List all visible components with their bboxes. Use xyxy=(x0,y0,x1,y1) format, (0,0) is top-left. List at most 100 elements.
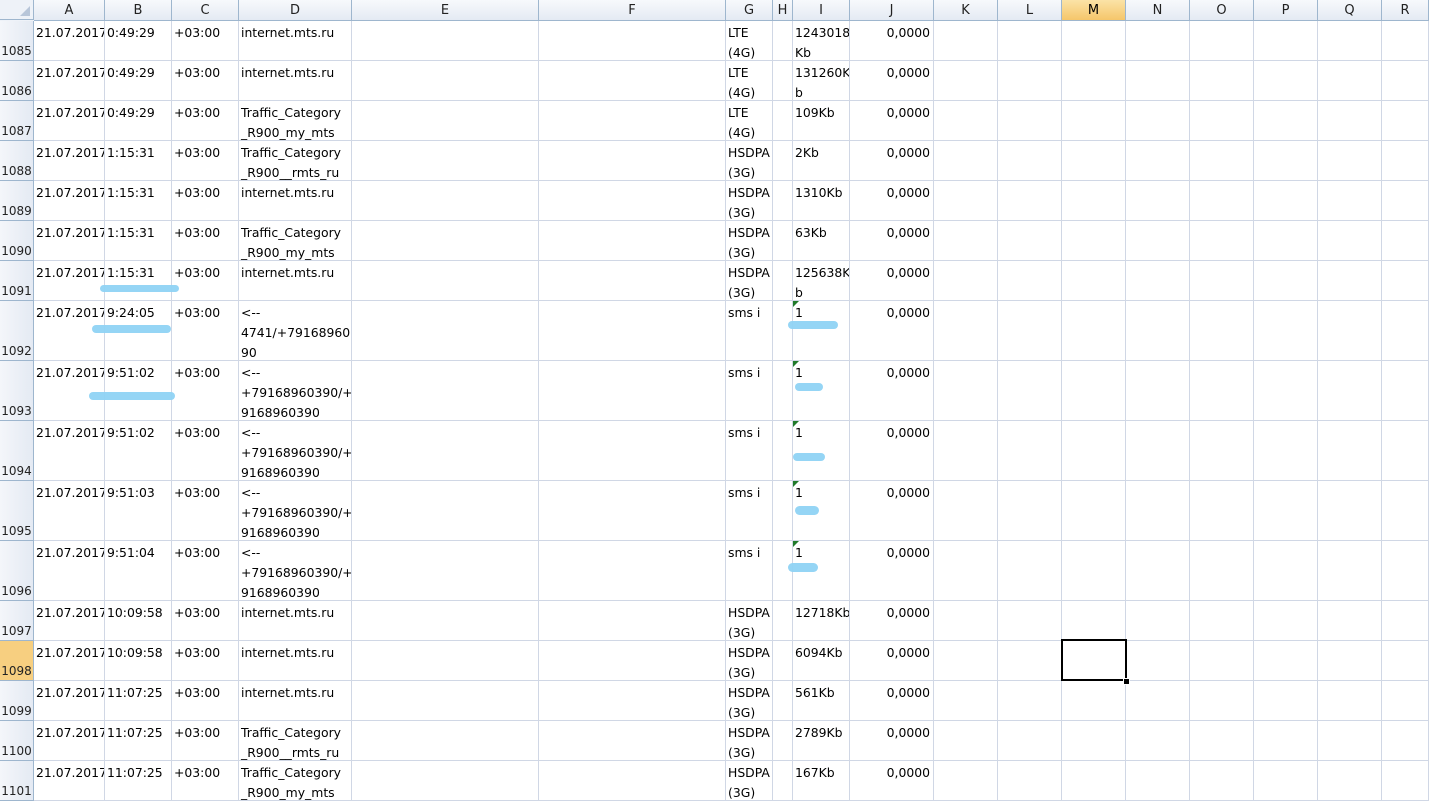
empty-cell-p[interactable] xyxy=(1254,541,1318,601)
empty-cell-k[interactable] xyxy=(934,721,998,761)
active-cell-cursor[interactable] xyxy=(1061,639,1127,681)
cell-j-1089[interactable]: 0,0000 xyxy=(850,181,934,221)
empty-cell-l[interactable] xyxy=(998,421,1062,481)
column-header-o[interactable]: O xyxy=(1190,0,1254,21)
cell-a-1088[interactable]: 21.07.2017 xyxy=(34,141,105,181)
empty-cell-h[interactable] xyxy=(773,761,793,801)
empty-cell-f[interactable] xyxy=(539,761,726,801)
empty-cell-r[interactable] xyxy=(1382,761,1429,801)
empty-cell-r[interactable] xyxy=(1382,101,1429,141)
empty-cell-r[interactable] xyxy=(1382,301,1429,361)
cell-g-1100[interactable]: HSDPA (3G) xyxy=(726,721,773,761)
empty-cell-q[interactable] xyxy=(1318,481,1382,541)
cell-c-1101[interactable]: +03:00 xyxy=(172,761,239,801)
cell-b-1087[interactable]: 0:49:29 xyxy=(105,101,172,141)
empty-cell-p[interactable] xyxy=(1254,21,1318,61)
cell-c-1094[interactable]: +03:00 xyxy=(172,421,239,481)
cell-i-1099[interactable]: 561Kb xyxy=(793,681,850,721)
cell-a-1093[interactable]: 21.07.2017 xyxy=(34,361,105,421)
empty-cell-o[interactable] xyxy=(1190,541,1254,601)
cell-b-1094[interactable]: 9:51:02 xyxy=(105,421,172,481)
empty-cell-l[interactable] xyxy=(998,601,1062,641)
empty-cell-p[interactable] xyxy=(1254,721,1318,761)
empty-cell-k[interactable] xyxy=(934,601,998,641)
empty-cell-k[interactable] xyxy=(934,761,998,801)
empty-cell-m[interactable] xyxy=(1062,481,1126,541)
empty-cell-m[interactable] xyxy=(1062,261,1126,301)
cell-i-1097[interactable]: 12718Kb xyxy=(793,601,850,641)
cell-j-1086[interactable]: 0,0000 xyxy=(850,61,934,101)
empty-cell-h[interactable] xyxy=(773,301,793,361)
cell-g-1094[interactable]: sms i xyxy=(726,421,773,481)
empty-cell-f[interactable] xyxy=(539,261,726,301)
empty-cell-e[interactable] xyxy=(352,361,539,421)
cell-a-1098[interactable]: 21.07.2017 xyxy=(34,641,105,681)
row-header-1086[interactable]: 1086 xyxy=(0,61,34,101)
empty-cell-p[interactable] xyxy=(1254,181,1318,221)
empty-cell-h[interactable] xyxy=(773,721,793,761)
empty-cell-k[interactable] xyxy=(934,641,998,681)
empty-cell-q[interactable] xyxy=(1318,101,1382,141)
cell-d-1096[interactable]: <-- +79168960390/+7 9168960390 xyxy=(239,541,352,601)
cell-d-1090[interactable]: Traffic_Category _R900_my_mts xyxy=(239,221,352,261)
empty-cell-e[interactable] xyxy=(352,601,539,641)
empty-cell-r[interactable] xyxy=(1382,221,1429,261)
cell-c-1085[interactable]: +03:00 xyxy=(172,21,239,61)
empty-cell-p[interactable] xyxy=(1254,301,1318,361)
column-header-d[interactable]: D xyxy=(239,0,352,21)
cell-i-1089[interactable]: 1310Kb xyxy=(793,181,850,221)
cell-c-1092[interactable]: +03:00 xyxy=(172,301,239,361)
cell-c-1093[interactable]: +03:00 xyxy=(172,361,239,421)
empty-cell-h[interactable] xyxy=(773,101,793,141)
cell-i-1092[interactable]: 1 xyxy=(793,301,850,361)
cell-g-1095[interactable]: sms i xyxy=(726,481,773,541)
cell-d-1087[interactable]: Traffic_Category _R900_my_mts xyxy=(239,101,352,141)
empty-cell-h[interactable] xyxy=(773,641,793,681)
empty-cell-n[interactable] xyxy=(1126,421,1190,481)
cell-c-1091[interactable]: +03:00 xyxy=(172,261,239,301)
fill-handle[interactable] xyxy=(1123,678,1130,685)
cell-g-1088[interactable]: HSDPA (3G) xyxy=(726,141,773,181)
empty-cell-h[interactable] xyxy=(773,601,793,641)
cell-i-1101[interactable]: 167Kb xyxy=(793,761,850,801)
cell-i-1093[interactable]: 1 xyxy=(793,361,850,421)
cell-b-1090[interactable]: 1:15:31 xyxy=(105,221,172,261)
empty-cell-f[interactable] xyxy=(539,421,726,481)
cell-g-1093[interactable]: sms i xyxy=(726,361,773,421)
empty-cell-m[interactable] xyxy=(1062,101,1126,141)
empty-cell-h[interactable] xyxy=(773,181,793,221)
cell-j-1090[interactable]: 0,0000 xyxy=(850,221,934,261)
cell-g-1096[interactable]: sms i xyxy=(726,541,773,601)
cell-b-1100[interactable]: 11:07:25 xyxy=(105,721,172,761)
empty-cell-m[interactable] xyxy=(1062,421,1126,481)
empty-cell-k[interactable] xyxy=(934,221,998,261)
empty-cell-r[interactable] xyxy=(1382,601,1429,641)
cell-g-1086[interactable]: LTE (4G) xyxy=(726,61,773,101)
cell-a-1096[interactable]: 21.07.2017 xyxy=(34,541,105,601)
cell-a-1086[interactable]: 21.07.2017 xyxy=(34,61,105,101)
empty-cell-m[interactable] xyxy=(1062,761,1126,801)
empty-cell-p[interactable] xyxy=(1254,641,1318,681)
empty-cell-k[interactable] xyxy=(934,21,998,61)
empty-cell-p[interactable] xyxy=(1254,481,1318,541)
cell-b-1101[interactable]: 11:07:25 xyxy=(105,761,172,801)
cell-g-1089[interactable]: HSDPA (3G) xyxy=(726,181,773,221)
empty-cell-q[interactable] xyxy=(1318,421,1382,481)
cell-j-1091[interactable]: 0,0000 xyxy=(850,261,934,301)
row-header-1089[interactable]: 1089 xyxy=(0,181,34,221)
empty-cell-o[interactable] xyxy=(1190,361,1254,421)
empty-cell-l[interactable] xyxy=(998,721,1062,761)
empty-cell-l[interactable] xyxy=(998,301,1062,361)
empty-cell-l[interactable] xyxy=(998,761,1062,801)
empty-cell-n[interactable] xyxy=(1126,141,1190,181)
cell-g-1087[interactable]: LTE (4G) xyxy=(726,101,773,141)
empty-cell-m[interactable] xyxy=(1062,721,1126,761)
cell-b-1096[interactable]: 9:51:04 xyxy=(105,541,172,601)
empty-cell-q[interactable] xyxy=(1318,721,1382,761)
cell-a-1095[interactable]: 21.07.2017 xyxy=(34,481,105,541)
cell-a-1091[interactable]: 21.07.2017 xyxy=(34,261,105,301)
empty-cell-p[interactable] xyxy=(1254,261,1318,301)
empty-cell-o[interactable] xyxy=(1190,681,1254,721)
empty-cell-q[interactable] xyxy=(1318,601,1382,641)
empty-cell-h[interactable] xyxy=(773,681,793,721)
